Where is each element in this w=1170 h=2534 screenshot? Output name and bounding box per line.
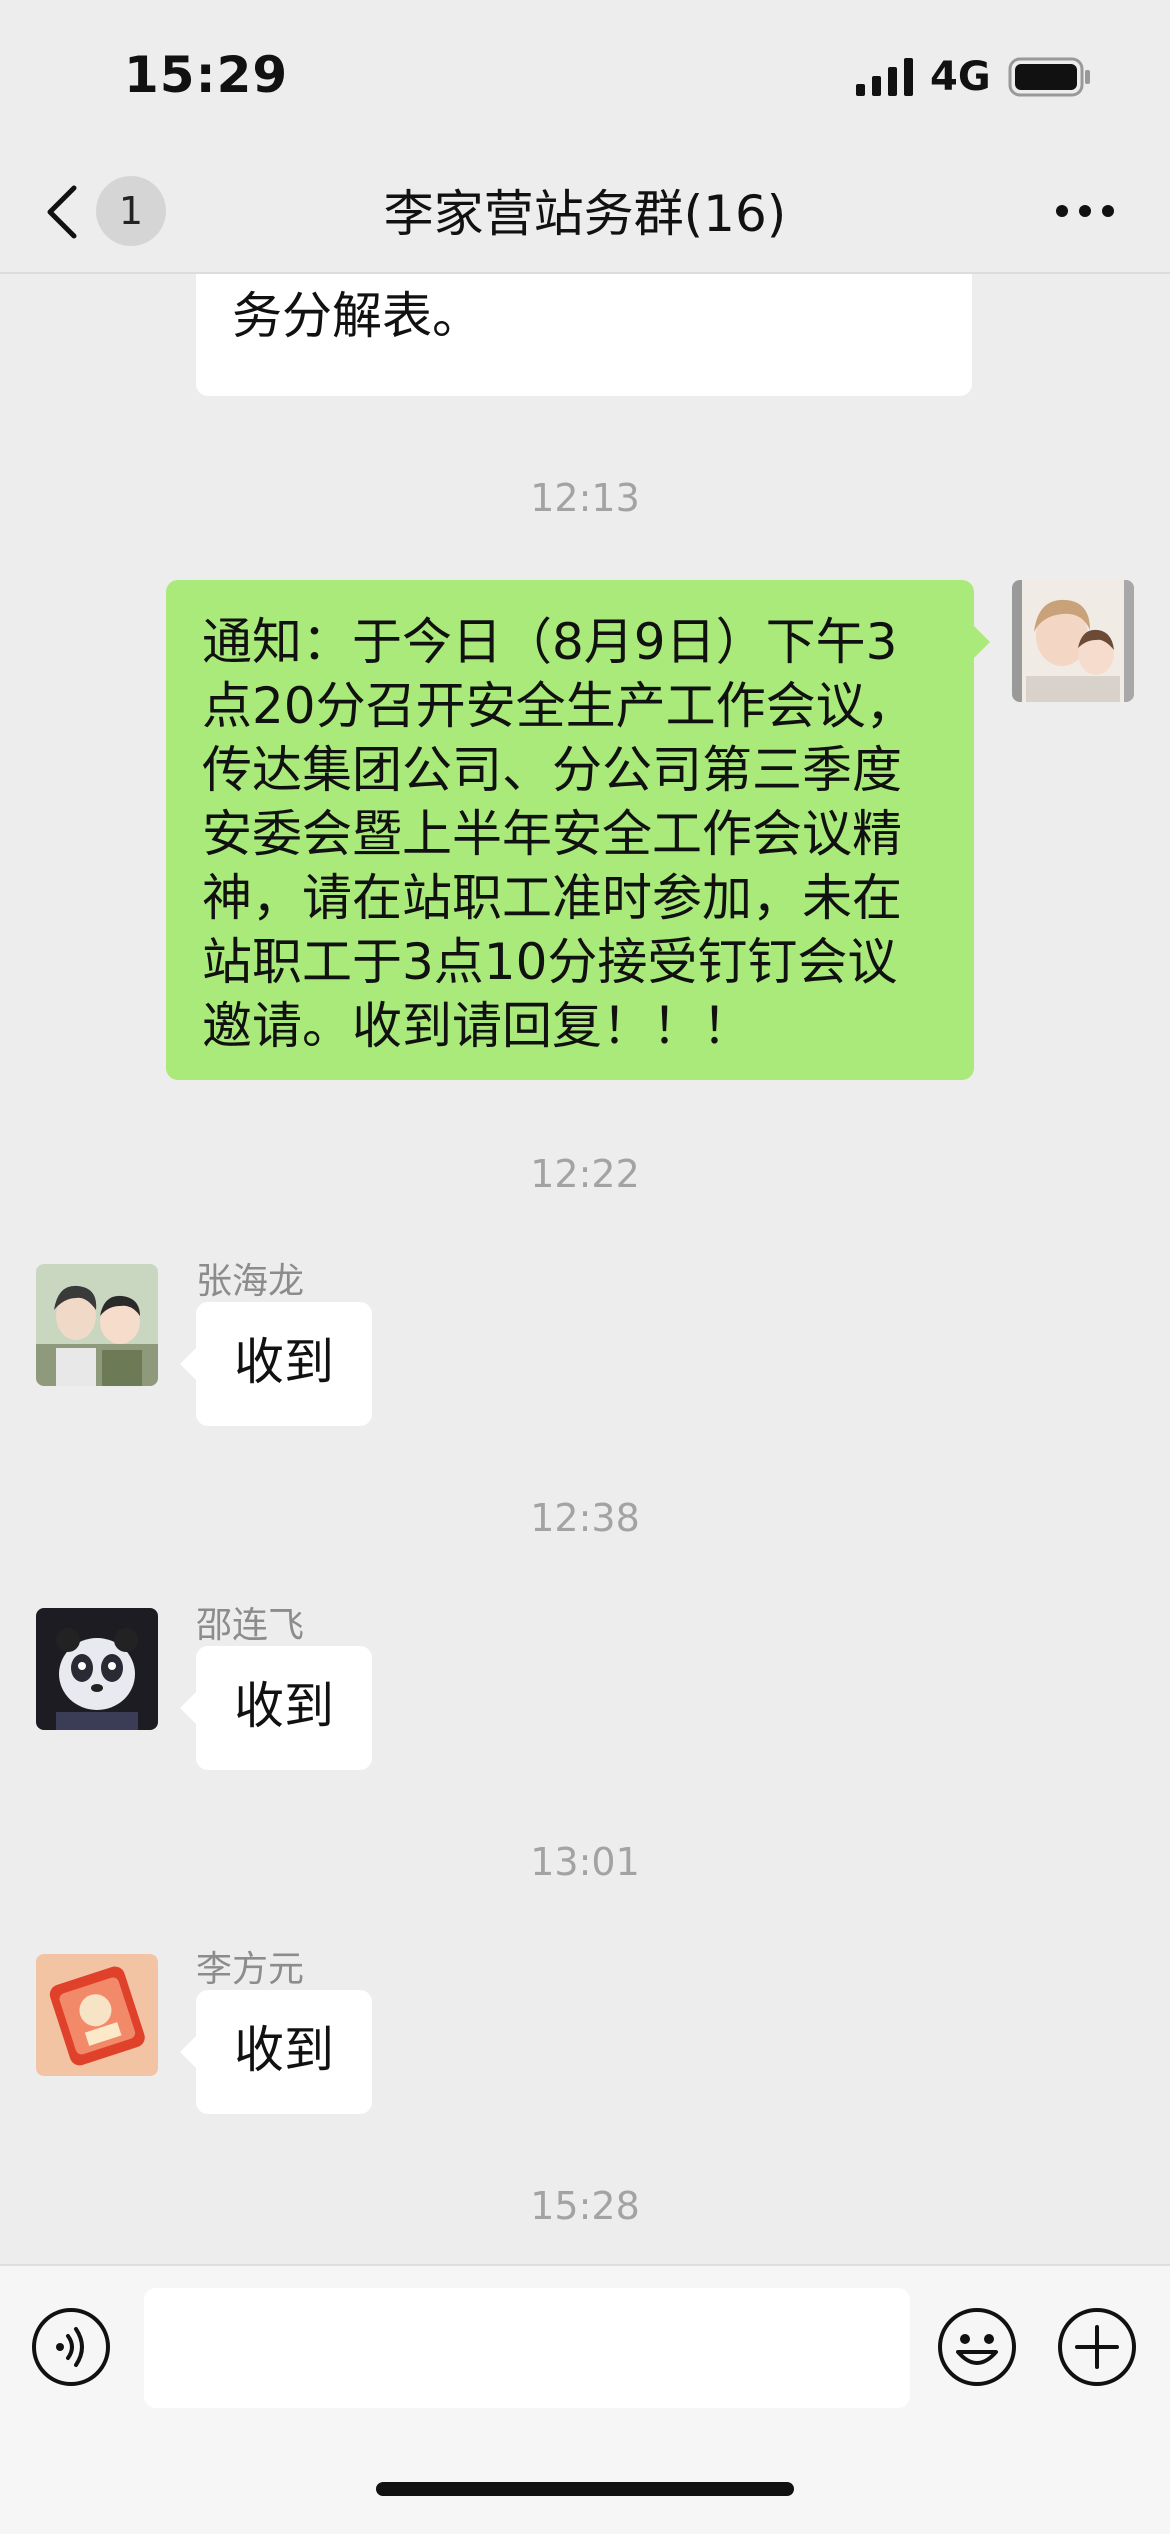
voice-icon[interactable] bbox=[30, 2306, 112, 2388]
timestamp-divider: 12:38 bbox=[530, 1496, 640, 1540]
network-type-label: 4G bbox=[930, 54, 991, 100]
message-bubble-partial[interactable]: 解和 2022 年下半年精核治理任 务分解表。 bbox=[196, 272, 972, 396]
sender-avatar[interactable] bbox=[36, 1608, 158, 1730]
plus-circle-icon[interactable] bbox=[1056, 2306, 1138, 2388]
sender-name: 张海龙 bbox=[196, 1261, 305, 1302]
message-text: 收到 bbox=[234, 2021, 334, 2079]
home-indicator bbox=[376, 2482, 794, 2496]
person-photo-icon bbox=[36, 1264, 158, 1386]
message-text: 收到 bbox=[234, 1333, 334, 1391]
input-bar bbox=[0, 2264, 1170, 2534]
chevron-left-icon bbox=[47, 185, 77, 239]
battery-icon bbox=[1008, 57, 1090, 97]
chat-title: 李家营站务群(16) bbox=[383, 185, 787, 243]
timestamp-divider: 15:28 bbox=[530, 2184, 640, 2228]
person-photo-icon bbox=[1012, 580, 1134, 702]
chat-message-list[interactable]: 解和 2022 年下半年精核治理任 务分解表。 12:13 通知：于今日（8月9… bbox=[0, 272, 1170, 2264]
more-dots-icon[interactable] bbox=[1050, 186, 1120, 236]
panda-avatar-icon bbox=[36, 1608, 158, 1730]
notice-message-bubble[interactable]: 通知：于今日（8月9日）下午3 点20分召开安全生产工作会议， 传达集团公司、分… bbox=[166, 580, 990, 1080]
timestamp-divider: 12:22 bbox=[530, 1152, 640, 1196]
back-button[interactable]: 1 bbox=[36, 172, 186, 248]
red-envelope-avatar-icon bbox=[36, 1954, 158, 2076]
notice-text-line: 安委会暨上半年安全工作会议精 bbox=[202, 805, 902, 863]
message-bubble[interactable]: 收到 bbox=[180, 1646, 372, 1770]
message-text-line: 务分解表。 bbox=[232, 287, 482, 345]
message-input[interactable] bbox=[144, 2288, 910, 2408]
message-text: 收到 bbox=[234, 1677, 334, 1735]
timestamp-divider: 12:13 bbox=[530, 476, 640, 520]
notice-text-line: 通知：于今日（8月9日）下午3 bbox=[202, 613, 898, 671]
timestamp-divider: 13:01 bbox=[530, 1840, 640, 1884]
notice-text-line: 点20分召开安全生产工作会议， bbox=[202, 677, 916, 735]
status-time: 15:29 bbox=[124, 46, 289, 104]
unread-count-badge: 1 bbox=[96, 176, 166, 246]
status-bar: 15:29 4G bbox=[0, 0, 1170, 150]
chat-header: 1 李家营站务群(16) bbox=[0, 150, 1170, 274]
notice-text-line: 神，请在站职工准时参加，未在 bbox=[202, 869, 902, 927]
message-bubble[interactable]: 收到 bbox=[180, 1302, 372, 1426]
notice-text-line: 传达集团公司、分公司第三季度 bbox=[202, 741, 902, 799]
emoji-icon[interactable] bbox=[936, 2306, 1018, 2388]
signal-bars-icon bbox=[856, 58, 913, 96]
sender-avatar[interactable] bbox=[36, 1954, 158, 2076]
message-bubble[interactable]: 收到 bbox=[180, 1990, 372, 2114]
sender-name: 李方元 bbox=[196, 1949, 305, 1990]
sender-avatar[interactable] bbox=[36, 1264, 158, 1386]
my-avatar[interactable] bbox=[1012, 580, 1134, 702]
notice-text-line: 邀请。收到请回复！！！ bbox=[202, 997, 752, 1055]
notice-text-line: 站职工于3点10分接受钉钉会议 bbox=[202, 933, 898, 991]
sender-name: 邵连飞 bbox=[196, 1605, 305, 1646]
